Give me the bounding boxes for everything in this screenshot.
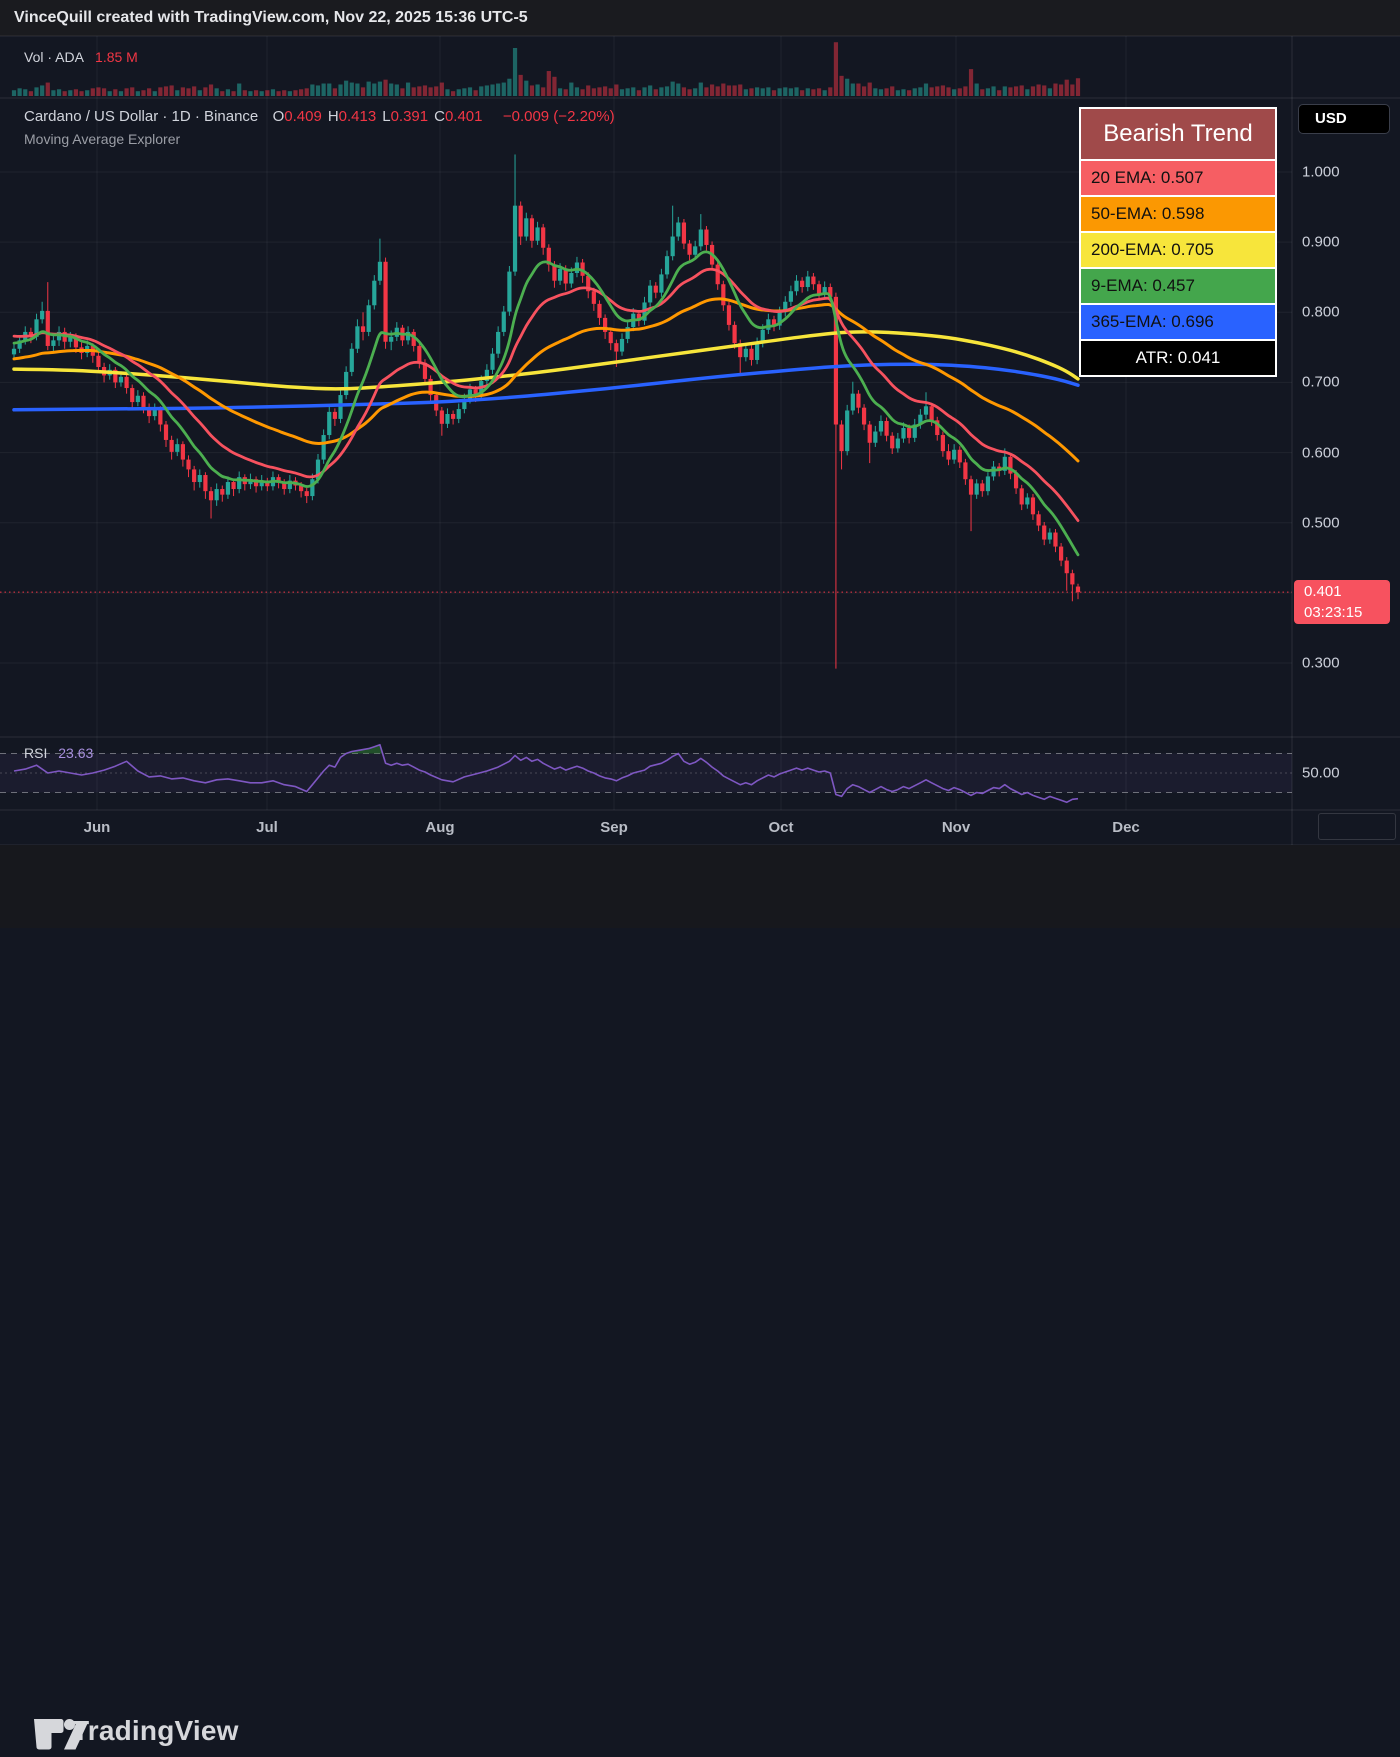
rsi-label: RSI (24, 745, 48, 761)
ohlc-value: 0.391 (390, 108, 429, 125)
last-price-badge: 0.401 03:23:15 (1294, 580, 1390, 624)
indicator-title[interactable]: Moving Average Explorer (24, 131, 180, 147)
rsi-value: 23.63 (58, 745, 94, 761)
ohlc-readout: O0.409 H0.413 L0.391 C0.401 (273, 108, 489, 125)
rsi-legend[interactable]: RSI 23.63 (24, 745, 93, 761)
month-label-nov: Nov (941, 819, 971, 836)
tradingview-chart-window: VinceQuill created with TradingView.com,… (0, 0, 1400, 1750)
price-tick-label: 1.000 (1302, 163, 1340, 181)
price-tick-label: 0.700 (1302, 373, 1340, 391)
time-axis-settings-box[interactable] (1318, 813, 1396, 840)
legend-row: 20 EMA: 0.507 (1081, 161, 1275, 195)
ohlc-letter: C (434, 108, 445, 125)
month-label-sep: Sep (600, 819, 628, 836)
symbol-legend[interactable]: Cardano / US Dollar · 1D · Binance O0.40… (24, 108, 615, 125)
price-tick-label: 0.600 (1302, 444, 1340, 462)
volume-legend[interactable]: Vol · ADA 1.85 M (24, 49, 138, 65)
rsi-tick-label: 50.00 (1302, 764, 1340, 782)
price-tick-label: 0.500 (1302, 514, 1340, 532)
footer-bar: TradingView (0, 845, 1400, 1750)
month-label-jul: Jul (256, 819, 278, 836)
legend-row: ATR: 0.041 (1081, 341, 1275, 375)
ohlc-letter: H (327, 108, 339, 125)
tradingview-wordmark[interactable]: TradingView (72, 1715, 239, 1747)
change-readout: −0.009 (−2.20%) (502, 108, 615, 125)
ohlc-value: 0.409 (284, 108, 322, 125)
trend-status-row: Bearish Trend (1081, 109, 1275, 159)
month-label-dec: Dec (1112, 819, 1140, 836)
legend-row: 365-EMA: 0.696 (1081, 305, 1275, 339)
price-tick-label: 0.300 (1302, 654, 1340, 672)
bar-countdown: 03:23:15 (1304, 604, 1363, 621)
ohlc-letter: O (272, 108, 285, 125)
ohlc-value: 0.413 (338, 108, 377, 125)
volume-value: 1.85 M (95, 49, 138, 65)
last-price-value: 0.401 (1304, 583, 1342, 600)
ohlc-letter: L (382, 108, 391, 125)
ohlc-value: 0.401 (444, 108, 483, 125)
ma-explorer-legend-box: Bearish Trend 20 EMA: 0.507 50-EMA: 0.598 2… (1079, 107, 1277, 377)
month-label-oct: Oct (768, 819, 794, 836)
legend-row: 200-EMA: 0.705 (1081, 233, 1275, 267)
month-label-jun: Jun (83, 819, 111, 836)
volume-label: Vol · ADA (24, 49, 84, 65)
price-tick-label: 0.800 (1302, 303, 1340, 321)
price-tick-label: 0.900 (1302, 233, 1340, 251)
symbol-title: Cardano / US Dollar · 1D · Binance (24, 108, 259, 125)
legend-row: 50-EMA: 0.598 (1081, 197, 1275, 231)
month-label-aug: Aug (425, 819, 455, 836)
currency-button[interactable]: USD (1298, 104, 1390, 134)
legend-row: 9-EMA: 0.457 (1081, 269, 1275, 303)
